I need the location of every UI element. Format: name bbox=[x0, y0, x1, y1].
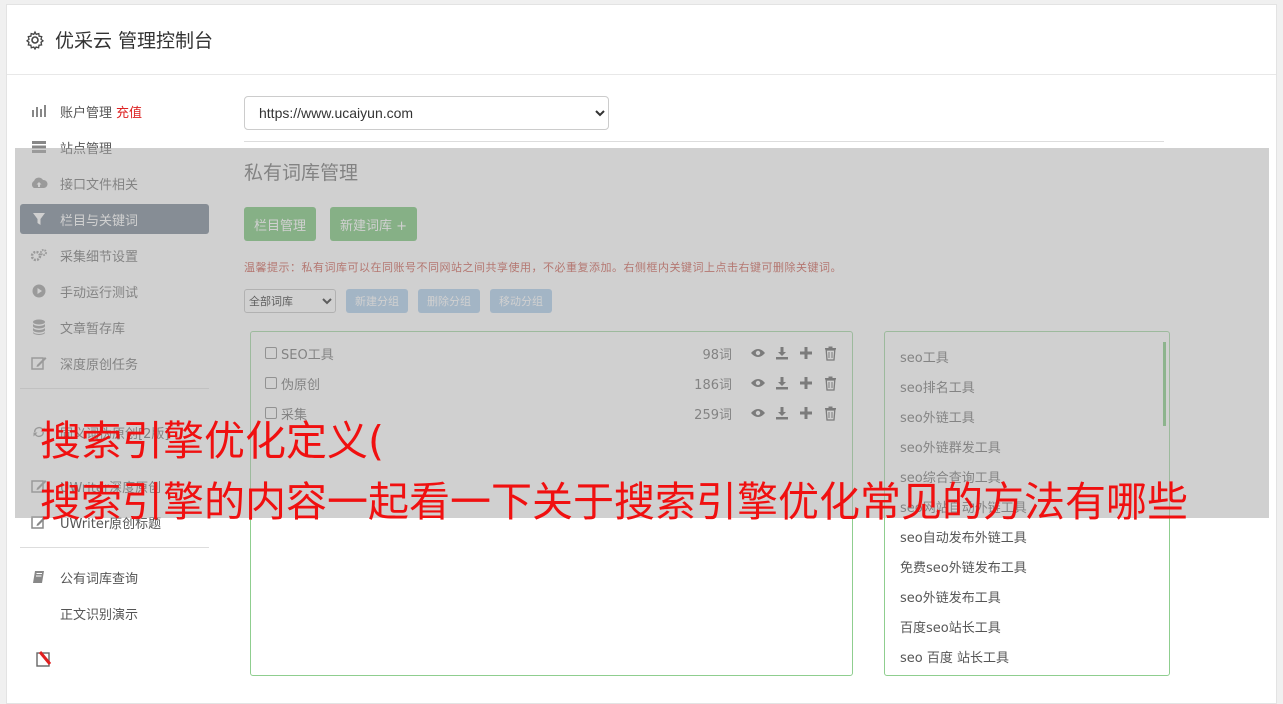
sidebar-divider bbox=[20, 388, 209, 389]
list-item: SEO工具 98词 bbox=[251, 338, 852, 368]
sidebar-item-label: 深度原创任务 bbox=[60, 357, 139, 373]
tip-text: 温馨提示：私有词库可以在同账号不同网站之间共享使用，不必重复添加。右侧框内关键词… bbox=[244, 261, 842, 274]
trash-icon[interactable] bbox=[822, 345, 838, 361]
action-buttons: 栏目管理 新建词库 + bbox=[244, 207, 1164, 241]
library-count: 98词 bbox=[702, 347, 732, 363]
sidebar-item-account[interactable]: 账户管理 充值 bbox=[20, 96, 209, 126]
move-group-button[interactable]: 移动分组 bbox=[490, 289, 552, 313]
document-icon bbox=[30, 605, 48, 621]
top-bar: 优采云 管理控制台 bbox=[7, 5, 1276, 75]
bar-chart-icon bbox=[30, 103, 48, 119]
play-circle-icon bbox=[30, 283, 48, 299]
site-select[interactable]: https://www.ucaiyun.com bbox=[244, 96, 609, 130]
database-icon bbox=[30, 319, 48, 335]
sidebar-item-interface-files[interactable]: 接口文件相关 bbox=[20, 168, 209, 198]
download-icon[interactable] bbox=[774, 375, 790, 391]
keyword-item[interactable]: seo外链工具 bbox=[900, 404, 1169, 434]
sidebar-item-label: 站点管理 bbox=[60, 141, 113, 157]
overlay-headline-1: 搜索引擎优化定义( bbox=[40, 417, 384, 465]
divider bbox=[244, 141, 1164, 142]
sidebar-item-manual-test[interactable]: 手动运行测试 bbox=[20, 276, 209, 306]
trash-icon[interactable] bbox=[822, 375, 838, 391]
sidebar-item-sites[interactable]: 站点管理 bbox=[20, 132, 209, 162]
main-content: https://www.ucaiyun.com 私有词库管理 栏目管理 新建词库… bbox=[244, 96, 1170, 676]
page-title: 优采云 管理控制台 bbox=[55, 30, 214, 52]
library-count: 259词 bbox=[694, 407, 732, 423]
sidebar-item-columns-keywords[interactable]: 栏目与关键词 bbox=[20, 204, 209, 234]
plus-icon[interactable] bbox=[798, 375, 814, 391]
plus-icon[interactable] bbox=[798, 345, 814, 361]
recharge-link[interactable]: 充值 bbox=[116, 102, 142, 121]
download-icon[interactable] bbox=[774, 405, 790, 421]
keyword-item[interactable]: 免费seo外链发布工具 bbox=[900, 554, 1169, 584]
library-name[interactable]: SEO工具 bbox=[281, 344, 702, 363]
book-icon bbox=[30, 569, 48, 585]
list-item: 伪原创 186词 bbox=[251, 368, 852, 398]
gears-icon bbox=[30, 247, 48, 263]
keyword-item[interactable]: seo自动发布外链工具 bbox=[900, 524, 1169, 554]
trash-icon[interactable] bbox=[822, 405, 838, 421]
sidebar-item-label: 公有词库查询 bbox=[60, 571, 139, 587]
sidebar-item-label: 接口文件相关 bbox=[60, 177, 139, 193]
keyword-item[interactable]: seo外链发布工具 bbox=[900, 584, 1169, 614]
sidebar-item-public-lib[interactable]: 公有词库查询 bbox=[20, 562, 209, 592]
server-icon bbox=[30, 139, 48, 155]
sidebar-item-label: 账户管理 bbox=[60, 105, 113, 121]
keyword-item[interactable]: seo工具 bbox=[900, 344, 1169, 374]
gear-icon bbox=[25, 30, 45, 50]
library-count: 186词 bbox=[694, 377, 732, 393]
sidebar-item-label: 正文识别演示 bbox=[60, 607, 139, 623]
sidebar-item-label: 采集细节设置 bbox=[60, 249, 139, 265]
section-title: 私有词库管理 bbox=[244, 162, 359, 184]
eye-icon[interactable] bbox=[750, 375, 766, 391]
sidebar-item-label: 文章暂存库 bbox=[60, 321, 126, 337]
library-name[interactable]: 伪原创 bbox=[281, 374, 694, 393]
eye-icon[interactable] bbox=[750, 345, 766, 361]
edit-icon bbox=[30, 355, 48, 371]
pin-icon bbox=[36, 651, 52, 667]
eye-icon[interactable] bbox=[750, 405, 766, 421]
library-checkbox[interactable] bbox=[265, 347, 277, 359]
scrollbar[interactable] bbox=[1163, 342, 1166, 426]
overlay-headline-2: 搜索引擎的内容一起看一下关于搜索引擎优化常见的方法有哪些 bbox=[40, 478, 1188, 526]
sidebar-divider bbox=[20, 547, 209, 548]
new-library-button[interactable]: 新建词库 + bbox=[330, 207, 418, 241]
group-select[interactable]: 全部词库 bbox=[244, 289, 336, 313]
filter-icon bbox=[30, 211, 48, 227]
sidebar-item-label: 栏目与关键词 bbox=[60, 213, 139, 229]
sidebar-item-text-recognition[interactable]: 正文识别演示 bbox=[20, 598, 209, 628]
new-group-button[interactable]: 新建分组 bbox=[346, 289, 408, 313]
keyword-item[interactable]: seo 百度 站长工具 bbox=[900, 644, 1169, 674]
delete-group-button[interactable]: 删除分组 bbox=[418, 289, 480, 313]
sidebar-item-collect-settings[interactable]: 采集细节设置 bbox=[20, 240, 209, 270]
column-manage-button[interactable]: 栏目管理 bbox=[244, 207, 317, 241]
download-icon[interactable] bbox=[774, 345, 790, 361]
sidebar-item-deep-original[interactable]: 深度原创任务 bbox=[20, 348, 209, 378]
sidebar-item-article-storage[interactable]: 文章暂存库 bbox=[20, 312, 209, 342]
keyword-item[interactable]: 百度seo站长工具 bbox=[900, 614, 1169, 644]
library-checkbox[interactable] bbox=[265, 377, 277, 389]
group-toolbar: 全部词库 新建分组 删除分组 移动分组 bbox=[244, 289, 1164, 313]
keyword-item[interactable]: seo外链群发工具 bbox=[900, 434, 1169, 464]
sidebar-item-label: 手动运行测试 bbox=[60, 285, 139, 301]
cloud-upload-icon bbox=[30, 175, 48, 191]
sidebar: 账户管理 充值 站点管理 接口文件相关 栏目与关键词 采集细节设置 手动运行测试 bbox=[20, 96, 209, 634]
keyword-item[interactable]: seo排名工具 bbox=[900, 374, 1169, 404]
plus-icon[interactable] bbox=[798, 405, 814, 421]
